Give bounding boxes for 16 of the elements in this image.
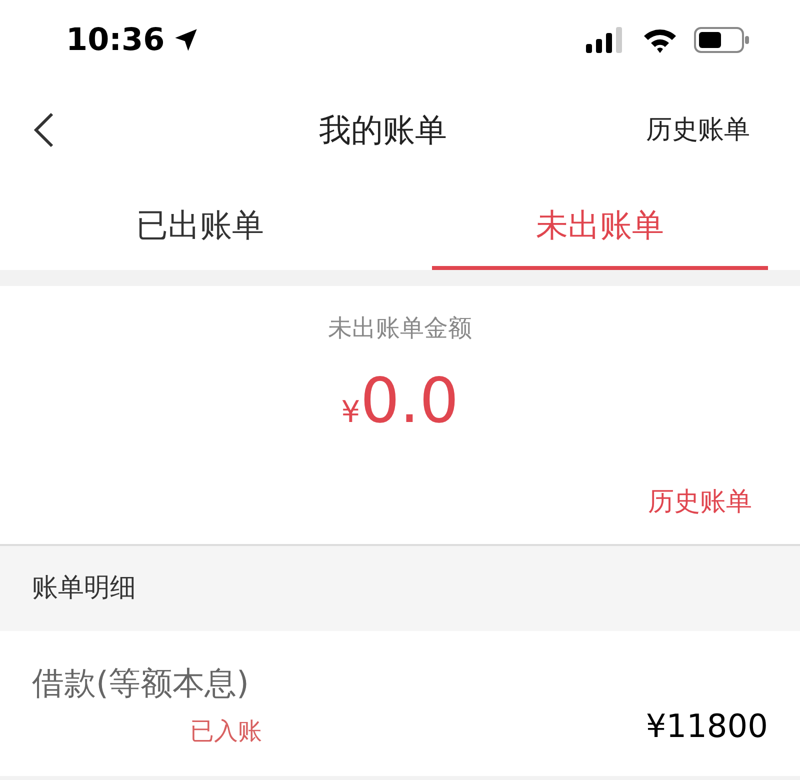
bill-status: 已入账 [190, 716, 262, 746]
history-link[interactable]: 历史账单 [646, 110, 750, 150]
tab[interactable]: 已出账单 [0, 180, 400, 270]
amount-label: 未出账单金额 [328, 313, 472, 344]
history-link[interactable]: 历史账单 [648, 487, 752, 517]
battery-icon [694, 27, 750, 53]
currency-symbol: ¥ [341, 394, 360, 432]
status-time: 10:36 [66, 20, 165, 60]
amount-value: 0.0 [360, 370, 459, 432]
tab[interactable]: 未出账单 [400, 180, 800, 270]
bill-title: 借款(等额本息) [32, 662, 250, 704]
page-title: 我的账单 [319, 110, 447, 151]
wifi-icon [642, 27, 678, 53]
section-title: 账单明细 [32, 572, 136, 605]
location-arrow-icon [172, 27, 199, 53]
bill-amount: ¥11800 [646, 706, 768, 746]
